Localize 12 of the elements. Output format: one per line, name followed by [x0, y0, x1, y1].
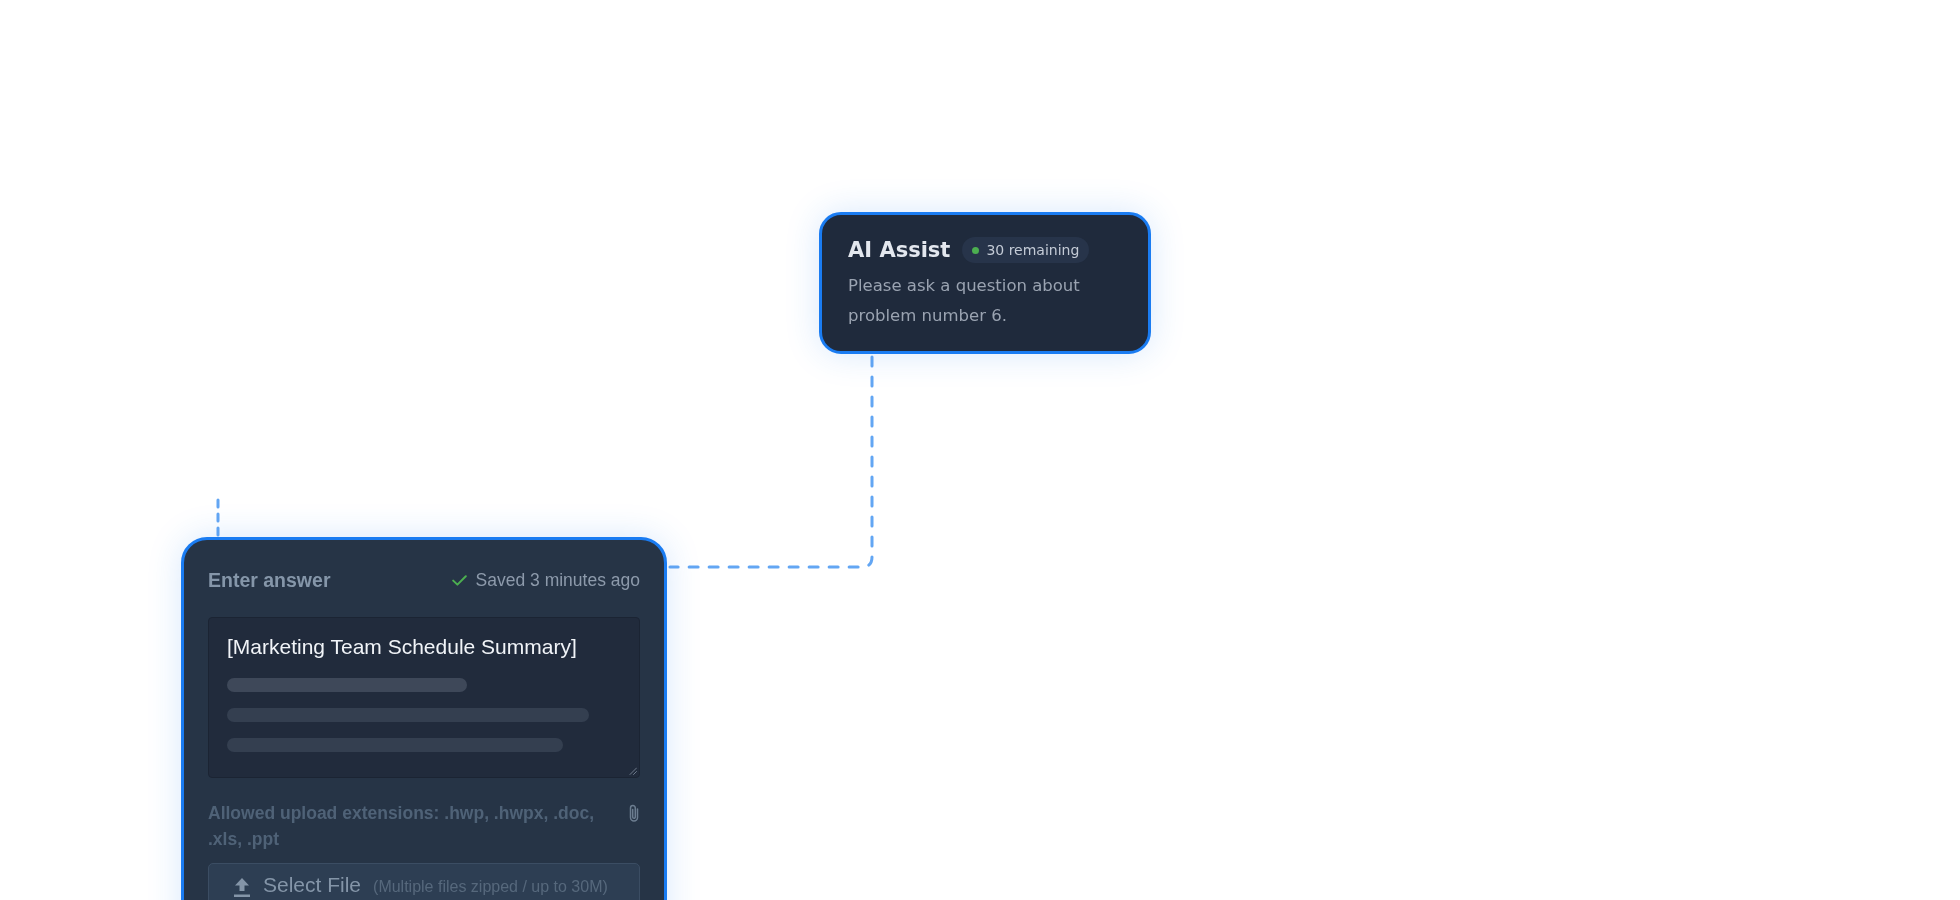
answer-title: Enter answer: [208, 568, 331, 592]
upload-icon: [233, 877, 251, 898]
ai-assist-title: AI Assist: [848, 238, 951, 262]
paperclip-icon: [628, 804, 640, 823]
ai-assist-description: Please ask a question about problem number 6.: [848, 275, 1081, 327]
remaining-count: 30 remaining: [986, 242, 1080, 258]
resize-grip-icon[interactable]: [629, 767, 637, 775]
answer-text: [Marketing Team Schedule Summary]: [227, 634, 577, 660]
connector-line: [216, 498, 220, 537]
save-status: Saved 3 minutes ago: [475, 569, 640, 591]
answer-field[interactable]: [Marketing Team Schedule Summary]: [208, 617, 640, 778]
check-icon: [451, 574, 467, 586]
